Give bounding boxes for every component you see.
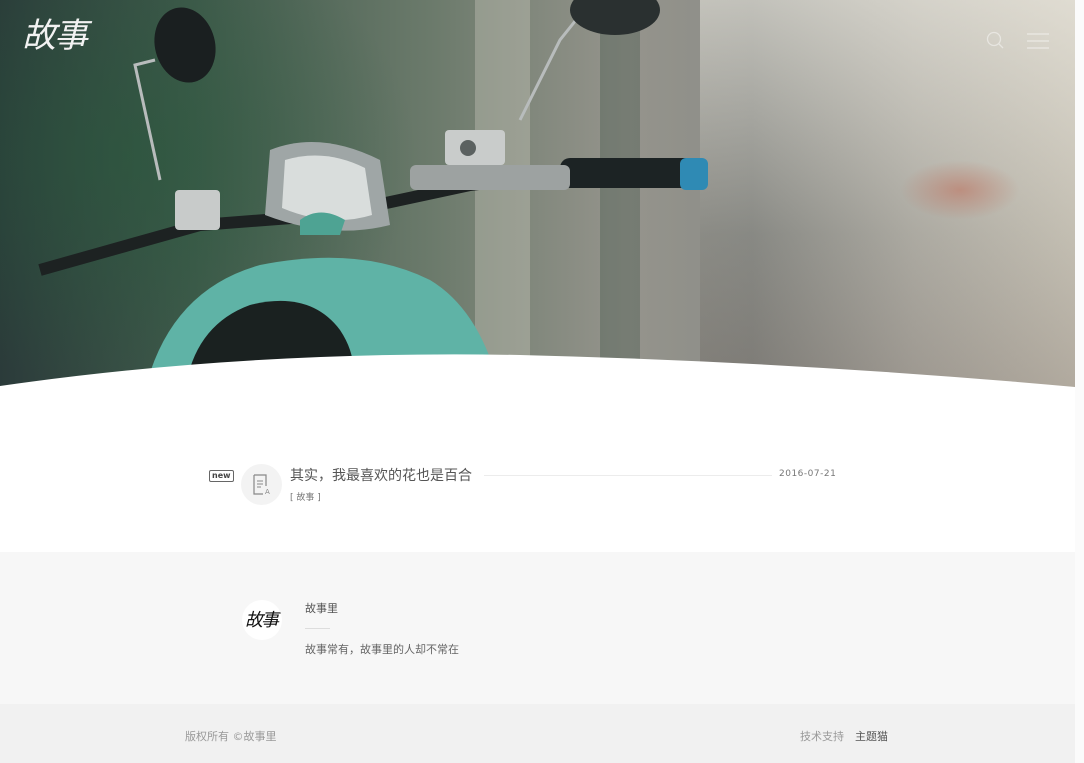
new-badge: new — [209, 470, 234, 482]
post-date: 2016-07-21 — [779, 469, 837, 479]
search-icon[interactable] — [985, 30, 1005, 50]
article-icon-wrap[interactable]: A — [241, 464, 282, 505]
avatar-text: 故事 — [245, 610, 279, 631]
footer — [0, 704, 1075, 763]
avatar[interactable]: 故事 — [242, 600, 282, 640]
scrollbar-track[interactable] — [1075, 0, 1084, 763]
post-title-link[interactable]: 其实，我最喜欢的花也是百合 — [290, 465, 472, 485]
copyright-text: 版权所有 ©故事里 — [185, 730, 277, 743]
post-category-link[interactable]: [ 故事 ] — [290, 490, 321, 503]
support-label: 技术支持 — [800, 730, 844, 743]
article-icon: A — [253, 474, 270, 496]
theme-link[interactable]: 主题猫 — [855, 728, 888, 744]
menu-icon[interactable] — [1025, 32, 1051, 50]
author-description: 故事常有，故事里的人却不常在 — [305, 643, 459, 656]
header-actions — [985, 30, 1055, 52]
author-name: 故事里 — [305, 602, 338, 615]
author-section — [0, 552, 1075, 704]
hero-wave — [0, 354, 1075, 390]
hero-banner: 故事 — [0, 0, 1075, 390]
author-divider — [305, 628, 330, 629]
post-divider — [484, 475, 772, 476]
site-logo[interactable]: 故事 — [22, 8, 96, 70]
svg-text:A: A — [265, 488, 270, 496]
logo-text: 故事 — [22, 16, 88, 56]
page: 故事 new A 其实，我最喜欢的花也是百合 2016-07-21 [故事]… — [0, 0, 1075, 763]
